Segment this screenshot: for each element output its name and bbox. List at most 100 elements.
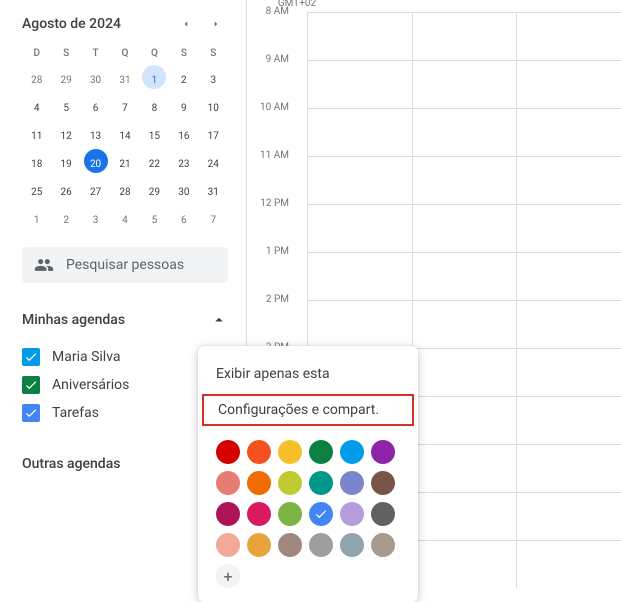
mini-cal-day[interactable]: 29 (142, 177, 166, 201)
color-swatch[interactable] (340, 471, 364, 495)
color-swatch[interactable] (340, 533, 364, 557)
mini-cal-day[interactable]: 9 (172, 93, 196, 117)
mini-cal-day[interactable]: 28 (113, 177, 137, 201)
color-swatch[interactable] (278, 440, 302, 464)
mini-cal-dow: S (199, 44, 228, 63)
timeline-cell[interactable] (307, 156, 621, 204)
mini-cal-day[interactable]: 3 (201, 65, 225, 89)
mini-cal-day[interactable]: 26 (54, 177, 78, 201)
color-swatch[interactable] (309, 440, 333, 464)
color-swatch[interactable] (309, 533, 333, 557)
mini-cal-day[interactable]: 13 (84, 121, 108, 145)
mini-cal-day[interactable]: 6 (84, 93, 108, 117)
mini-cal-day[interactable]: 31 (201, 177, 225, 201)
color-swatch[interactable] (247, 533, 271, 557)
mini-cal-day[interactable]: 23 (172, 149, 196, 173)
timeline-cell[interactable] (307, 300, 621, 348)
timeline-cell[interactable] (307, 252, 621, 300)
calendar-label: Maria Silva (52, 349, 121, 365)
mini-cal-day[interactable]: 8 (142, 93, 166, 117)
mini-cal-dow: S (169, 44, 198, 63)
calendar-checkbox[interactable] (22, 376, 40, 394)
color-swatch[interactable] (247, 502, 271, 526)
mini-cal-day[interactable]: 6 (172, 205, 196, 229)
mini-cal-day[interactable]: 29 (54, 65, 78, 89)
color-swatch[interactable] (278, 533, 302, 557)
color-swatch[interactable] (247, 440, 271, 464)
color-swatch[interactable] (278, 471, 302, 495)
my-calendars-header[interactable]: Minhas agendas (22, 307, 228, 333)
mini-cal-day[interactable]: 16 (172, 121, 196, 145)
color-swatch[interactable] (216, 533, 240, 557)
mini-cal-day[interactable]: 14 (113, 121, 137, 145)
mini-cal-day[interactable]: 21 (113, 149, 137, 173)
color-swatch[interactable] (340, 502, 364, 526)
mini-calendar-title[interactable]: Agosto de 2024 (22, 16, 121, 32)
settings-and-share-option[interactable]: Configurações e compart. (200, 392, 416, 428)
mini-cal-day[interactable]: 11 (25, 121, 49, 145)
mini-cal-dow: S (51, 44, 80, 63)
hour-label: 11 AM (260, 150, 289, 161)
prev-month-button[interactable] (174, 12, 198, 36)
timeline-cell[interactable] (307, 108, 621, 156)
mini-cal-day[interactable]: 31 (113, 65, 137, 89)
calendar-checkbox[interactable] (22, 404, 40, 422)
color-swatch[interactable] (216, 502, 240, 526)
mini-cal-day[interactable]: 4 (25, 93, 49, 117)
mini-cal-day[interactable]: 30 (172, 177, 196, 201)
mini-cal-day[interactable]: 17 (201, 121, 225, 145)
mini-cal-day[interactable]: 28 (25, 65, 49, 89)
mini-cal-day[interactable]: 1 (142, 65, 166, 89)
mini-cal-day[interactable]: 2 (54, 205, 78, 229)
mini-cal-day[interactable]: 27 (84, 177, 108, 201)
search-placeholder: Pesquisar pessoas (66, 257, 184, 273)
mini-cal-day[interactable]: 12 (54, 121, 78, 145)
calendar-checkbox[interactable] (22, 348, 40, 366)
mini-cal-day[interactable]: 24 (201, 149, 225, 173)
color-swatch[interactable] (216, 440, 240, 464)
mini-cal-day[interactable]: 5 (54, 93, 78, 117)
chevron-up-icon (210, 311, 228, 329)
mini-cal-day[interactable]: 3 (84, 205, 108, 229)
color-swatch[interactable] (340, 440, 364, 464)
mini-cal-day[interactable]: 25 (25, 177, 49, 201)
mini-cal-day[interactable]: 15 (142, 121, 166, 145)
mini-cal-day[interactable]: 20 (84, 149, 108, 173)
timeline-cell[interactable] (307, 204, 621, 252)
timeline-cell[interactable] (307, 60, 621, 108)
calendar-options-popover: Exibir apenas esta Configurações e compa… (198, 346, 418, 602)
color-swatch[interactable] (247, 471, 271, 495)
color-swatch[interactable] (309, 502, 333, 526)
color-swatch[interactable] (371, 533, 395, 557)
color-swatch[interactable] (371, 502, 395, 526)
color-swatch[interactable] (371, 471, 395, 495)
mini-cal-day[interactable]: 30 (84, 65, 108, 89)
mini-cal-day[interactable]: 2 (172, 65, 196, 89)
hour-label: 9 AM (266, 54, 289, 65)
color-swatch[interactable] (216, 471, 240, 495)
show-only-this-option[interactable]: Exibir apenas esta (198, 356, 418, 392)
next-month-button[interactable] (204, 12, 228, 36)
mini-cal-day[interactable]: 4 (113, 205, 137, 229)
color-swatch[interactable] (309, 471, 333, 495)
mini-cal-dow: Q (140, 44, 169, 63)
mini-cal-day[interactable]: 7 (201, 205, 225, 229)
mini-cal-day[interactable]: 5 (142, 205, 166, 229)
mini-cal-dow: T (81, 44, 110, 63)
timeline-cell[interactable] (307, 12, 621, 60)
mini-calendar-grid: DSTQQSS282930311234567891011121314151617… (22, 44, 228, 231)
mini-cal-day[interactable]: 10 (201, 93, 225, 117)
search-people-input[interactable]: Pesquisar pessoas (22, 247, 228, 283)
color-swatch[interactable] (371, 440, 395, 464)
mini-cal-dow: D (22, 44, 51, 63)
mini-cal-day[interactable]: 19 (54, 149, 78, 173)
add-custom-color-button[interactable]: + (216, 564, 240, 588)
mini-cal-day[interactable]: 1 (25, 205, 49, 229)
hour-label: 10 AM (260, 102, 289, 113)
hour-label: 8 AM (266, 6, 289, 17)
mini-cal-day[interactable]: 22 (142, 149, 166, 173)
calendar-label: Aniversários (52, 377, 129, 393)
mini-cal-day[interactable]: 7 (113, 93, 137, 117)
mini-cal-day[interactable]: 18 (25, 149, 49, 173)
color-swatch[interactable] (278, 502, 302, 526)
